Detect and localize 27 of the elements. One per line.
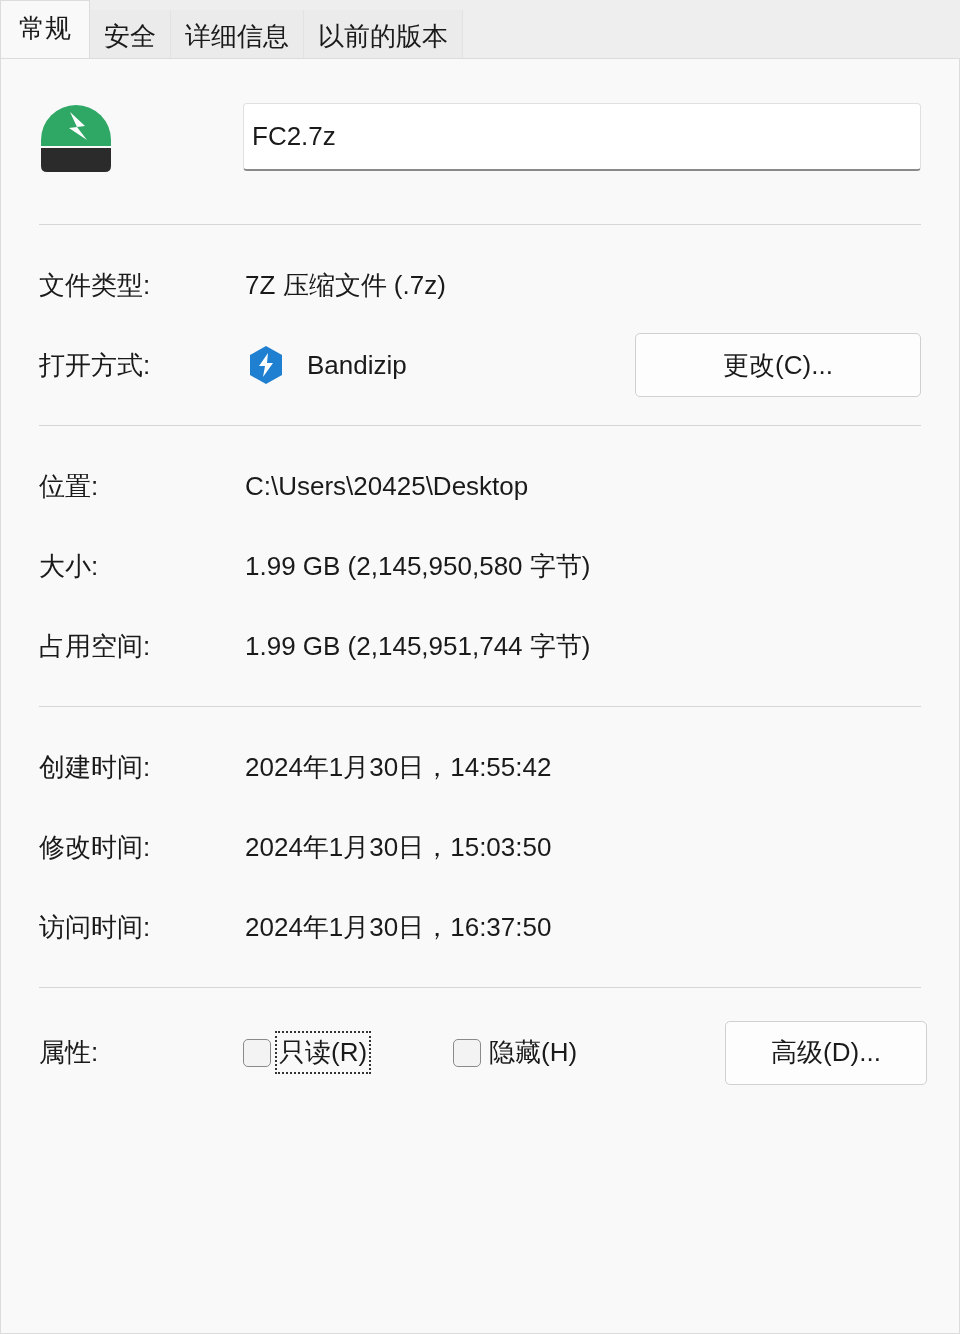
field-label: 打开方式: xyxy=(39,348,152,382)
tab[interactable]: 常规 xyxy=(0,0,90,58)
field-value: 2024年1月30日，16:37:50 xyxy=(245,910,552,944)
checkbox-box[interactable] xyxy=(243,1038,271,1067)
field-value: 1.99 GB (2,145,951,744 字节) xyxy=(245,629,591,663)
checkbox[interactable]: 只读(R) xyxy=(243,1033,370,1072)
advanced-button[interactable]: 高级(D)... xyxy=(725,1020,927,1085)
app-name: Bandizip xyxy=(307,348,407,382)
checkbox-box[interactable] xyxy=(453,1038,482,1067)
checkbox-label: 隐藏(H) xyxy=(488,1036,579,1069)
field-label: 属性: xyxy=(39,1036,100,1069)
field-value: 2024年1月30日，15:03:50 xyxy=(245,830,552,864)
field-value: 1.99 GB (2,145,950,580 字节) xyxy=(245,549,591,583)
field-label: 文件类型: xyxy=(39,268,152,302)
field-label: 大小: xyxy=(39,549,100,583)
file-name-field[interactable]: FC2.7z xyxy=(243,102,921,171)
field-label: 访问时间: xyxy=(39,910,152,944)
field-value: 7Z 压缩文件 (.7z) xyxy=(245,268,446,302)
checkbox-label: 只读(R) xyxy=(277,1033,370,1072)
field-value: C:\Users\20425\Desktop xyxy=(245,469,529,503)
checkbox[interactable]: 隐藏(H) xyxy=(453,1033,580,1072)
field-label: 位置: xyxy=(39,469,100,503)
field-label: 占用空间: xyxy=(39,629,152,663)
field-value: 2024年1月30日，14:55:42 xyxy=(245,750,552,784)
change-button[interactable]: 更改(C)... xyxy=(635,333,921,397)
field-label: 创建时间: xyxy=(39,750,152,784)
field-label: 修改时间: xyxy=(39,830,152,864)
